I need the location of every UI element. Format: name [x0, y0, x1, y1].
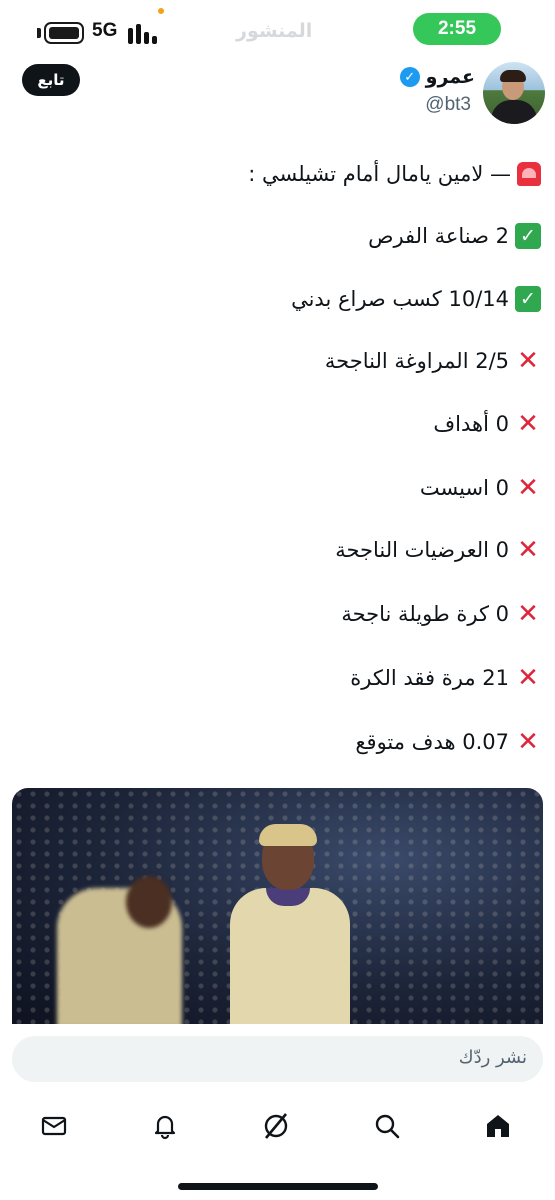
- tweet-line: ✕ 0 اسيست: [420, 472, 541, 504]
- check-icon: ✓: [515, 286, 541, 312]
- cross-icon: ✕: [517, 727, 539, 757]
- tweet-line: ✕ 0 العرضيات الناجحة: [335, 534, 541, 566]
- battery-nub: [37, 28, 41, 38]
- faded-page-title: المنشور: [236, 20, 313, 42]
- status-bar: 5G المنشور 2:55: [0, 0, 555, 62]
- tweet-line-text: 0 اسيست: [419, 476, 509, 500]
- tweet-line-text: 10/14 كسب صراع بدني: [291, 287, 509, 311]
- display-name[interactable]: عمرو: [426, 66, 475, 88]
- time-pill[interactable]: 2:55: [413, 13, 501, 45]
- cross-icon: ✕: [517, 663, 539, 693]
- grok-icon[interactable]: [256, 1106, 296, 1146]
- tweet-line-text: 0 كرة طويلة ناجحة: [341, 602, 509, 626]
- cross-icon: ✕: [517, 599, 539, 629]
- network-label: 5G: [92, 20, 118, 41]
- tweet-line: ✕ 2/5 المراوغة الناجحة: [325, 345, 541, 377]
- background-player-head: [126, 876, 172, 928]
- follow-button[interactable]: تابع: [22, 64, 80, 96]
- siren-icon: [517, 162, 541, 186]
- tweet-line-text: 0.07 هدف متوقع: [355, 730, 509, 754]
- verified-badge-icon: ✓: [399, 67, 420, 87]
- player-hair: [259, 824, 317, 846]
- tweet-line-text: 0 العرضيات الناجحة: [335, 538, 509, 562]
- tweet-line-text: 0 أهداف: [433, 412, 509, 436]
- tweet-line: — لامين يامال أمام تشيلسي :: [248, 158, 541, 190]
- tweet-line-text: 21 مرة فقد الكرة: [350, 666, 509, 690]
- tweet-line: ✕ 0.07 هدف متوقع: [355, 726, 541, 758]
- reply-placeholder: نشر ردّك: [458, 1047, 527, 1068]
- cross-icon: ✕: [517, 473, 539, 503]
- tweet-line: ✓ 10/14 كسب صراع بدني: [291, 283, 541, 315]
- check-icon: ✓: [515, 223, 541, 249]
- privacy-dot: [158, 8, 164, 14]
- tweet-line: ✕ 0 كرة طويلة ناجحة: [341, 598, 541, 630]
- mail-icon[interactable]: [34, 1106, 74, 1146]
- cross-icon: ✕: [517, 346, 539, 376]
- search-icon[interactable]: [367, 1106, 407, 1146]
- player-arm: [248, 938, 346, 960]
- bell-icon[interactable]: [145, 1106, 185, 1146]
- bottom-nav: [0, 1100, 555, 1150]
- tweet-line: ✓ 2 صناعة الفرص: [368, 220, 541, 252]
- tweet-photo[interactable]: [12, 788, 543, 1024]
- signal-icon: [128, 22, 158, 44]
- cross-icon: ✕: [517, 409, 539, 439]
- tweet-line: ✕ 0 أهداف: [433, 408, 541, 440]
- tweet-line: ✕ 21 مرة فقد الكرة: [350, 662, 541, 694]
- user-handle[interactable]: @bt3: [425, 94, 471, 116]
- battery-icon: [44, 22, 84, 44]
- author-name-row[interactable]: ✓ عمرو: [399, 66, 475, 88]
- tweet-line-text: — لامين يامال أمام تشيلسي :: [248, 162, 511, 186]
- cross-icon: ✕: [517, 535, 539, 565]
- avatar[interactable]: [483, 62, 545, 124]
- tweet-line-text: 2 صناعة الفرص: [368, 224, 509, 248]
- tweet-line-text: 2/5 المراوغة الناجحة: [324, 349, 509, 373]
- home-indicator[interactable]: [178, 1183, 378, 1190]
- reply-input[interactable]: نشر ردّك: [12, 1036, 543, 1082]
- home-icon[interactable]: [478, 1106, 518, 1146]
